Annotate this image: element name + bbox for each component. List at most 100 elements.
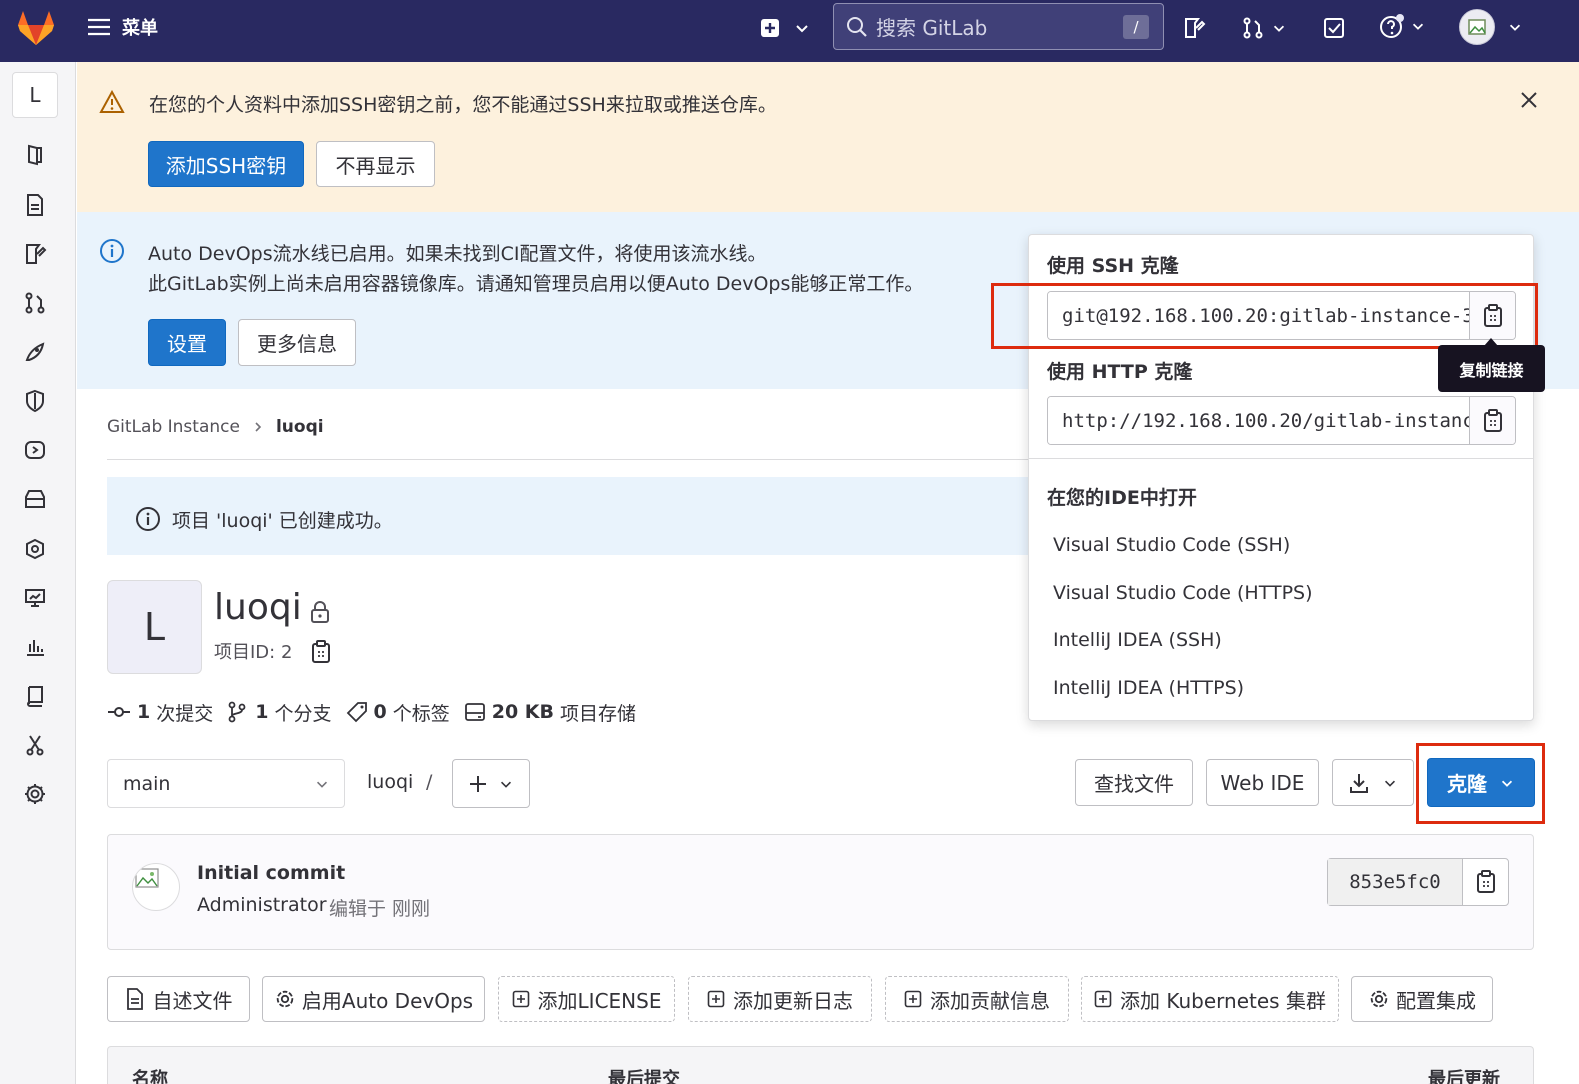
- repo-path[interactable]: luoqi: [367, 771, 413, 793]
- commit-icon: [108, 707, 130, 717]
- readme-button[interactable]: 自述文件: [107, 976, 250, 1022]
- download-button[interactable]: [1332, 759, 1414, 806]
- plus-square-icon: [904, 990, 922, 1008]
- ssh-clone-title: 使用 SSH 克隆: [1047, 255, 1179, 277]
- repository-icon[interactable]: [20, 190, 50, 220]
- ssh-url-highlight: [991, 283, 1538, 349]
- monitor-icon[interactable]: [20, 583, 50, 613]
- avatar: [1459, 9, 1495, 45]
- commit-title[interactable]: Initial commit: [197, 862, 345, 884]
- info-icon: [100, 239, 124, 263]
- ide-option-intellij-https[interactable]: IntelliJ IDEA (HTTPS): [1053, 677, 1244, 699]
- stat-storage[interactable]: 20 KB 项目存储: [464, 699, 636, 726]
- wiki-icon[interactable]: [20, 681, 50, 711]
- info-icon: [136, 507, 160, 531]
- commit-sha-group: 853e5fc0: [1327, 858, 1509, 906]
- commit-author[interactable]: Administrator: [197, 894, 327, 916]
- stat-commits-label: 次提交: [156, 702, 214, 725]
- todos-nav-button[interactable]: [1318, 12, 1350, 44]
- devops-settings-button[interactable]: 设置: [148, 319, 226, 366]
- breadcrumb-parent[interactable]: GitLab Instance: [107, 417, 240, 437]
- main-menu-button[interactable]: 菜单: [86, 10, 170, 44]
- settings-icon[interactable]: [20, 779, 50, 809]
- breadcrumb-current[interactable]: luoqi: [276, 417, 324, 437]
- table-header-last-commit: 最后提交: [608, 1069, 680, 1084]
- project-overview-icon[interactable]: [20, 140, 50, 170]
- packages-icon[interactable]: [20, 484, 50, 514]
- stat-commits-value: 1: [137, 701, 151, 723]
- todo-icon: [1324, 18, 1344, 38]
- analytics-icon[interactable]: [20, 632, 50, 662]
- chevron-down-icon: [500, 781, 512, 788]
- merge-requests-icon[interactable]: [20, 288, 50, 318]
- menu-label: 菜单: [122, 18, 158, 39]
- close-icon: [1521, 92, 1537, 108]
- stat-branches[interactable]: 1 个分支: [227, 699, 332, 726]
- add-ssh-key-button[interactable]: 添加SSH密钥: [148, 141, 304, 187]
- project-avatar-initial: L: [143, 605, 166, 649]
- copy-http-url-button[interactable]: [1469, 397, 1515, 444]
- top-navbar: 菜单 搜索 GitLab /: [0, 0, 1579, 62]
- chevron-right-icon: [255, 422, 262, 432]
- tooltip-text: 复制链接: [1459, 360, 1524, 380]
- web-ide-button[interactable]: Web IDE: [1206, 759, 1319, 806]
- issues-nav-button[interactable]: [1178, 12, 1210, 44]
- chevron-down-icon: [1412, 23, 1424, 30]
- http-url-input[interactable]: [1048, 397, 1469, 444]
- add-kubernetes-cluster-button[interactable]: 添加 Kubernetes 集群: [1081, 976, 1339, 1022]
- ide-option-vscode-https[interactable]: Visual Studio Code (HTTPS): [1053, 582, 1313, 604]
- commit-author-avatar[interactable]: [132, 863, 180, 911]
- stat-commits[interactable]: 1 次提交: [107, 699, 213, 726]
- issues-icon[interactable]: [20, 239, 50, 269]
- copy-project-id-button[interactable]: [308, 638, 334, 666]
- copy-sha-button[interactable]: [1463, 859, 1508, 905]
- breadcrumb: GitLab Instance luoqi: [107, 412, 324, 442]
- clone-button-highlight: [1416, 743, 1545, 824]
- stat-branches-label: 个分支: [274, 702, 332, 725]
- stat-tags-value: 0: [373, 701, 387, 723]
- tooltip-arrow: [1484, 338, 1498, 346]
- stat-storage-label: 项目存储: [560, 702, 637, 725]
- add-kubernetes-cluster-label: 添加 Kubernetes 集群: [1120, 988, 1326, 1013]
- enable-auto-devops-button[interactable]: 启用Auto DevOps: [262, 976, 485, 1022]
- user-menu-button[interactable]: [1456, 7, 1526, 47]
- ssh-alert-close-button[interactable]: [1515, 86, 1543, 114]
- configure-integrations-button[interactable]: 配置集成: [1351, 976, 1493, 1022]
- devops-alert-line1: Auto DevOps流水线已启用。如果未找到CI配置文件，将使用该流水线。: [148, 243, 767, 265]
- help-nav-button[interactable]: [1374, 8, 1430, 44]
- devops-more-info-button[interactable]: 更多信息: [238, 319, 356, 366]
- security-icon[interactable]: [20, 386, 50, 416]
- storage-icon: [464, 703, 485, 721]
- add-to-tree-button[interactable]: [452, 759, 530, 808]
- http-url-group: [1047, 396, 1516, 445]
- project-avatar: L: [107, 580, 202, 674]
- ci-cd-icon[interactable]: [20, 337, 50, 367]
- infrastructure-icon[interactable]: [20, 534, 50, 564]
- gitlab-logo-icon[interactable]: [14, 6, 58, 50]
- clipboard-icon: [312, 640, 330, 663]
- stat-tags[interactable]: 0 个标签: [346, 699, 450, 726]
- project-sidebar: L: [0, 62, 76, 1084]
- sidebar-project-avatar[interactable]: L: [12, 72, 58, 118]
- snippets-icon[interactable]: [20, 730, 50, 760]
- commit-sha[interactable]: 853e5fc0: [1328, 859, 1463, 905]
- deployments-icon[interactable]: [20, 435, 50, 465]
- file-table-header: 名称 最后提交 最后更新: [107, 1046, 1534, 1084]
- merge-requests-nav-button[interactable]: [1236, 12, 1292, 44]
- ide-option-vscode-ssh[interactable]: Visual Studio Code (SSH): [1053, 534, 1290, 556]
- add-contributing-button[interactable]: 添加贡献信息: [885, 976, 1069, 1022]
- readme-button-label: 自述文件: [152, 988, 233, 1013]
- branch-selector[interactable]: main: [107, 759, 345, 808]
- broken-image-icon: [135, 868, 159, 888]
- create-new-button[interactable]: [752, 12, 818, 44]
- find-file-button[interactable]: 查找文件: [1075, 759, 1193, 806]
- ide-option-intellij-ssh[interactable]: IntelliJ IDEA (SSH): [1053, 629, 1222, 651]
- add-license-button[interactable]: 添加LICENSE: [498, 976, 675, 1022]
- http-clone-title: 使用 HTTP 克隆: [1047, 361, 1193, 383]
- chevron-down-icon: [316, 781, 328, 788]
- dont-show-again-button[interactable]: 不再显示: [316, 141, 435, 187]
- ssh-alert-message: 在您的个人资料中添加SSH密钥之前，您不能通过SSH来拉取或推送仓库。: [149, 94, 777, 116]
- search-box[interactable]: 搜索 GitLab /: [833, 3, 1164, 50]
- add-changelog-button[interactable]: 添加更新日志: [688, 976, 872, 1022]
- table-header-last-update: 最后更新: [1428, 1069, 1500, 1084]
